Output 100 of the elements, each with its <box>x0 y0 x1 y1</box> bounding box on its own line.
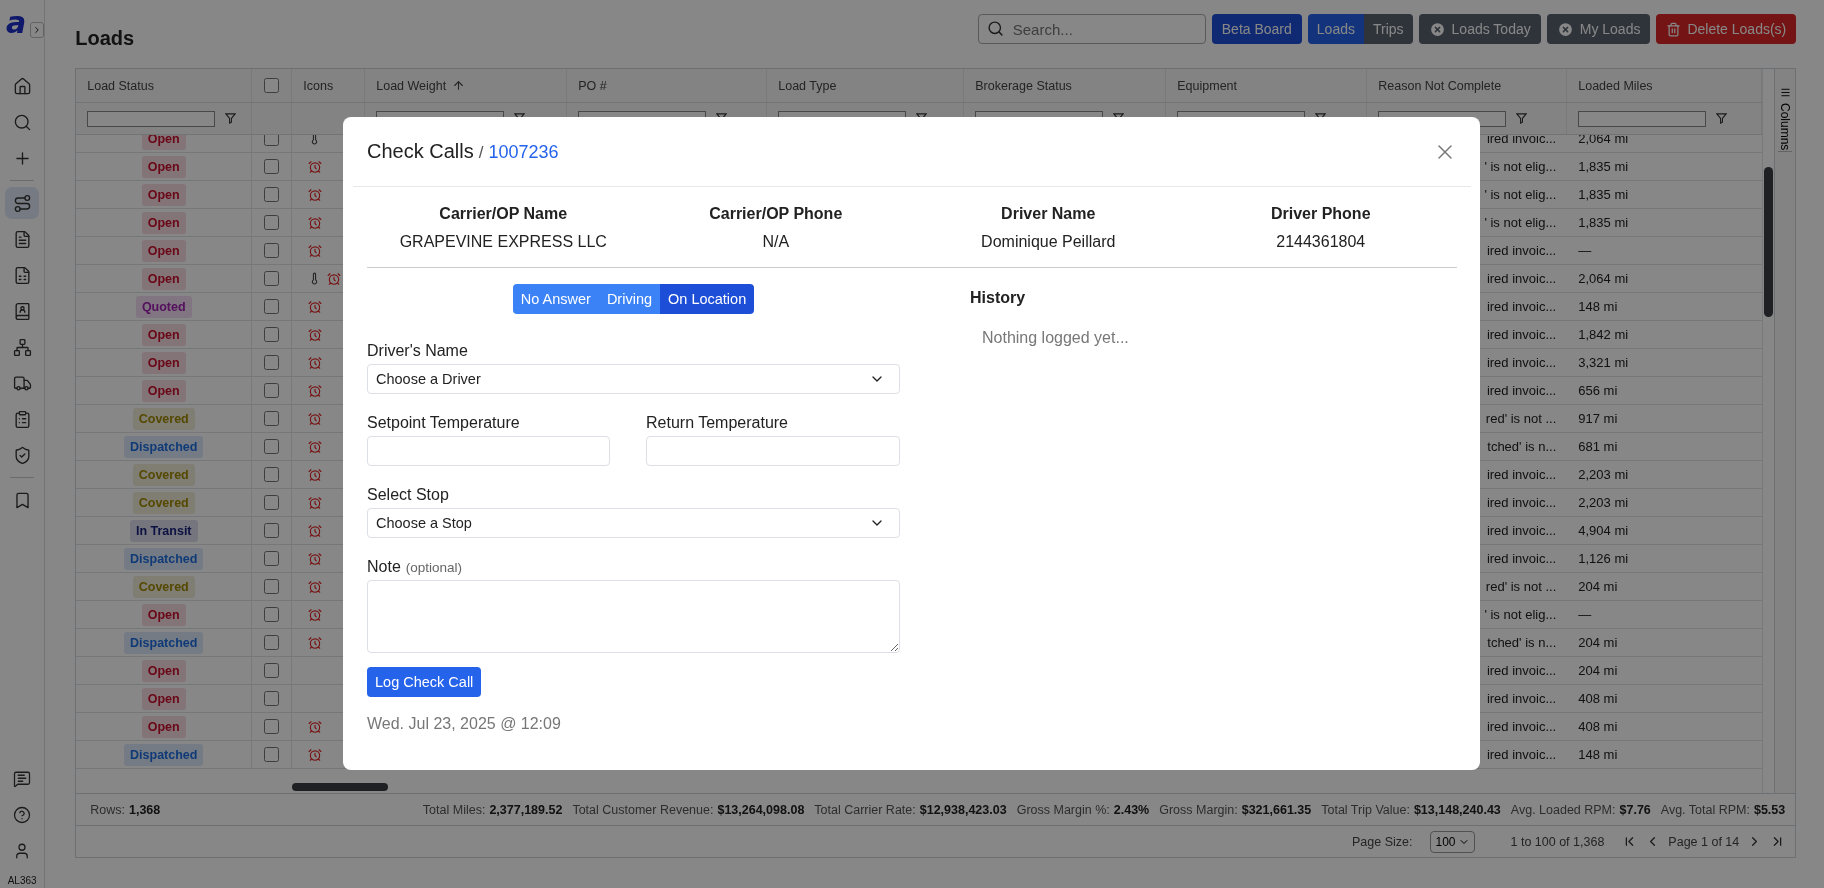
column-header[interactable]: Loaded Miles <box>1578 78 1653 93</box>
status-tag: In Transit <box>129 519 198 542</box>
row-checkbox[interactable] <box>264 187 280 202</box>
table-cell: ired invoic... <box>1486 243 1557 258</box>
row-checkbox[interactable] <box>264 135 280 146</box>
status-tag: Dispatched <box>124 631 204 654</box>
total-value: 2,377,189.52 <box>489 802 563 817</box>
log-check-call-button[interactable]: Log Check Call <box>367 667 482 697</box>
search-field[interactable]: Search... <box>977 14 1206 44</box>
row-checkbox[interactable] <box>264 551 280 566</box>
row-checkbox[interactable] <box>264 439 280 454</box>
expand-sidebar-button[interactable] <box>30 22 45 38</box>
table-cell: ired invoic... <box>1486 355 1557 370</box>
total-label: Gross Margin %: <box>1016 802 1110 817</box>
table-cell: 917 mi <box>1578 411 1618 426</box>
row-checkbox[interactable] <box>264 383 280 398</box>
column-header[interactable]: Equipment <box>1177 78 1237 93</box>
view-toggle[interactable]: Trips <box>1364 14 1413 44</box>
table-cell: 204 mi <box>1578 635 1618 650</box>
driver-select[interactable]: Choose a Driver <box>367 364 900 394</box>
filter-chip-button[interactable]: My Loads <box>1546 14 1651 44</box>
row-checkbox[interactable] <box>264 159 280 174</box>
total-value: 2.43% <box>1113 802 1150 817</box>
row-checkbox[interactable] <box>264 579 280 594</box>
table-cell: 1,835 mi <box>1578 159 1629 174</box>
row-checkbox[interactable] <box>264 467 280 482</box>
column-header[interactable]: PO # <box>578 78 607 93</box>
row-checkbox[interactable] <box>264 523 280 538</box>
view-toggle[interactable]: Loads <box>1307 14 1364 44</box>
route-icon[interactable] <box>5 187 40 219</box>
columns-panel-tab[interactable]: Columns <box>1774 69 1796 793</box>
table-cell: ired invoic... <box>1486 747 1557 762</box>
row-checkbox[interactable] <box>264 663 280 678</box>
status-tag: Open <box>141 659 186 682</box>
select-all-checkbox[interactable] <box>264 78 280 93</box>
row-checkbox[interactable] <box>264 271 280 286</box>
total-value: $13,264,098.08 <box>717 802 805 817</box>
row-checkbox[interactable] <box>264 607 280 622</box>
row-checkbox[interactable] <box>264 327 280 342</box>
alarm-clock-icon <box>308 355 323 370</box>
filter-icon[interactable] <box>1716 113 1728 124</box>
status-tag: Dispatched <box>124 743 204 766</box>
row-checkbox[interactable] <box>264 355 280 370</box>
row-checkbox[interactable] <box>264 495 280 510</box>
column-header[interactable]: Load Type <box>778 78 837 93</box>
horizontal-scrollbar-thumb[interactable] <box>292 783 389 791</box>
column-header[interactable]: Load Status <box>87 78 154 93</box>
column-filter-field[interactable] <box>1578 110 1707 127</box>
row-checkbox[interactable] <box>264 411 280 426</box>
alarm-clock-icon <box>308 215 323 230</box>
table-cell: tched' is n... <box>1487 635 1557 650</box>
table-cell: 1,842 mi <box>1578 327 1629 342</box>
table-cell: red' is not ... <box>1485 579 1557 594</box>
row-checkbox[interactable] <box>264 215 280 230</box>
page-size-select[interactable]: 100 <box>1430 830 1475 853</box>
table-cell: — <box>1578 607 1592 622</box>
column-header[interactable]: Icons <box>303 78 334 93</box>
total-label: Total Trip Value: <box>1321 802 1410 817</box>
row-checkbox[interactable] <box>264 299 280 314</box>
history-title: History <box>970 289 1027 307</box>
filter-chip-button[interactable]: Loads Today <box>1418 14 1541 44</box>
call-status-button[interactable]: Driving <box>598 284 660 314</box>
filter-icon[interactable] <box>225 113 237 124</box>
row-checkbox[interactable] <box>264 719 280 734</box>
row-checkbox[interactable] <box>264 243 280 258</box>
temperature-input[interactable] <box>646 436 900 466</box>
filter-icon[interactable] <box>1516 113 1528 124</box>
status-tag: Covered <box>132 575 195 598</box>
field-label: Select Stop <box>367 486 449 504</box>
call-status-button[interactable]: No Answer <box>512 284 599 314</box>
board-button[interactable]: Beta Board <box>1211 14 1302 44</box>
row-checkbox[interactable] <box>264 691 280 706</box>
alarm-clock-icon <box>308 159 323 174</box>
load-number-link[interactable]: 1007236 <box>488 142 559 163</box>
delete-button[interactable]: Delete Loads(s) <box>1656 14 1797 44</box>
table-cell: ired invoic... <box>1486 383 1557 398</box>
alarm-clock-icon <box>308 411 323 426</box>
stop-select[interactable]: Choose a Stop <box>367 508 900 538</box>
table-cell: tched' is n... <box>1487 439 1557 454</box>
table-cell: 1,126 mi <box>1578 551 1629 566</box>
table-cell: 408 mi <box>1578 719 1618 734</box>
total-value: $13,148,240.43 <box>1413 802 1501 817</box>
field-label: Driver's Name <box>367 342 468 360</box>
clear-icon <box>1556 20 1574 38</box>
info-value: N/A <box>762 233 790 251</box>
column-filter-field[interactable] <box>87 110 216 127</box>
status-tag: Dispatched <box>124 435 204 458</box>
table-cell: ired invoic... <box>1486 271 1557 286</box>
alarm-clock-icon <box>308 579 323 594</box>
column-header[interactable]: Reason Not Complete <box>1378 78 1502 93</box>
row-checkbox[interactable] <box>264 635 280 650</box>
column-header[interactable]: Brokerage Status <box>975 78 1072 93</box>
row-checkbox[interactable] <box>264 747 280 762</box>
table-cell: 408 mi <box>1578 691 1618 706</box>
total-label: Total Carrier Rate: <box>814 802 916 817</box>
call-status-button[interactable]: On Location <box>660 284 755 314</box>
vertical-scrollbar-thumb[interactable] <box>1764 167 1774 317</box>
column-header[interactable]: Load Weight <box>376 78 447 93</box>
temperature-input[interactable] <box>367 436 610 466</box>
page-title: Loads <box>75 25 135 50</box>
